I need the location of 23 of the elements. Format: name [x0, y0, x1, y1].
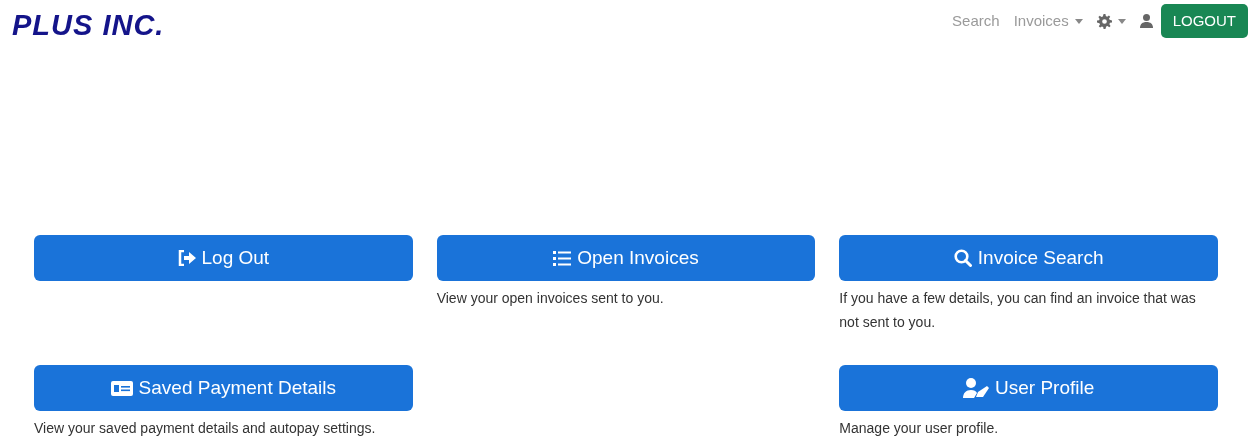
search-link[interactable]: Search	[952, 9, 1000, 33]
invoices-dropdown[interactable]: Invoices	[1013, 9, 1083, 33]
settings-icon	[1096, 13, 1112, 29]
logout-icon	[177, 250, 196, 266]
nav-tile-button[interactable]: Open Invoices	[436, 235, 816, 281]
user-icon	[963, 378, 990, 398]
list-icon	[553, 250, 572, 266]
tile-description: View your saved payment details and autopay settings.	[34, 419, 377, 436]
nav-tile-button[interactable]: User Profile	[839, 365, 1218, 411]
tile-description: View your open invoices sent to you.	[436, 289, 665, 308]
company-logo: PLUS INC.	[12, 10, 165, 40]
logout-button[interactable]: LOGOUT	[1160, 4, 1248, 38]
tile-description: If you have a few details, you can find an invoice that was not sent to you.	[839, 289, 1197, 332]
caret-icon	[1117, 18, 1126, 24]
nav-tile-button[interactable]: Log Out	[34, 235, 413, 281]
tile-description: Manage your user profile.	[839, 419, 1000, 436]
card-icon	[110, 380, 133, 396]
search-icon	[953, 249, 972, 267]
nav-tile-button[interactable]: Saved Payment Details	[34, 365, 413, 411]
user-icon[interactable]	[1139, 14, 1153, 28]
settings-dropdown[interactable]	[1096, 13, 1126, 29]
caret-icon	[1074, 18, 1083, 24]
nav-tile-button[interactable]: Invoice Search	[839, 235, 1218, 281]
